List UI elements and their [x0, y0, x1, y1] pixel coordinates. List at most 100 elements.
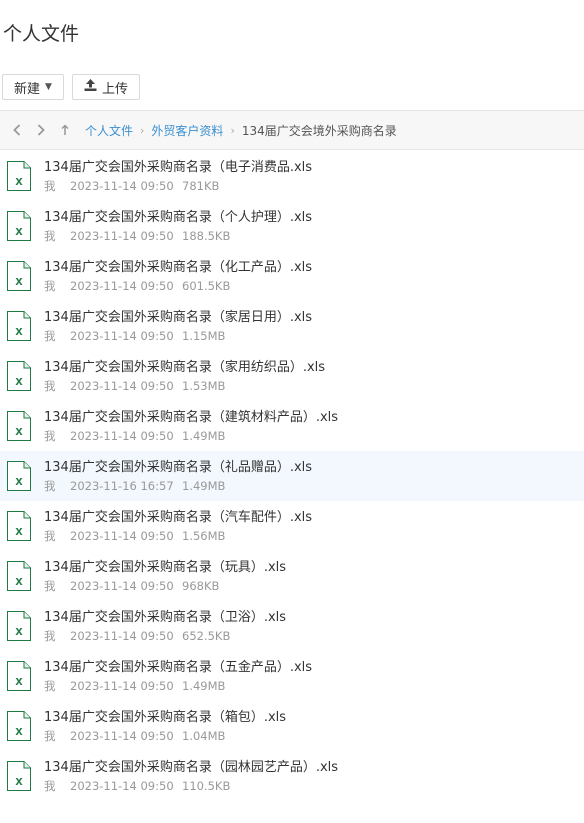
- upload-icon: [84, 79, 97, 95]
- file-row[interactable]: x 134届广交会国外采购商名录（园林园艺产品）.xls 我 2023-11-14 …: [0, 751, 584, 801]
- file-owner: 我: [44, 528, 56, 543]
- excel-file-icon: x: [7, 511, 31, 541]
- chevron-left-icon: [13, 124, 21, 136]
- excel-file-icon: x: [7, 411, 31, 441]
- level-up-icon: [61, 124, 69, 135]
- excel-file-icon: x: [7, 711, 31, 741]
- breadcrumb: 个人文件 › 外贸客户资料 › 134届广交会境外采购商名录: [85, 122, 397, 139]
- file-row[interactable]: x 134届广交会国外采购商名录（电子消费品.xls 我 2023-11-14 09…: [0, 151, 584, 201]
- upload-button-label: 上传: [101, 81, 128, 97]
- svg-text:x: x: [15, 423, 23, 438]
- toolbar: 新建 ▼ 上传: [2, 74, 140, 100]
- file-name: 134届广交会国外采购商名录（建筑材料产品）.xls: [44, 409, 339, 425]
- back-button[interactable]: [7, 120, 27, 140]
- file-owner: 我: [44, 778, 56, 793]
- breadcrumb-item-client-data[interactable]: 外贸客户资料: [151, 122, 223, 139]
- file-date: 2023-11-14 09:50: [70, 628, 174, 643]
- file-owner: 我: [44, 478, 56, 493]
- file-row[interactable]: x 134届广交会国外采购商名录（五金产品）.xls 我 2023-11-14 09…: [0, 651, 584, 701]
- svg-text:x: x: [15, 323, 23, 338]
- file-owner: 我: [44, 578, 56, 593]
- file-row[interactable]: x 134届广交会国外采购商名录（化工产品）.xls 我 2023-11-14 09…: [0, 251, 584, 301]
- file-name: 134届广交会国外采购商名录（电子消费品.xls: [44, 159, 313, 175]
- file-date: 2023-11-14 09:50: [70, 728, 174, 743]
- file-owner: 我: [44, 328, 56, 343]
- file-name: 134届广交会国外采购商名录（箱包）.xls: [44, 709, 287, 725]
- excel-file-icon: x: [7, 311, 31, 341]
- chevron-right-icon: ›: [230, 123, 235, 137]
- file-size: 781KB: [182, 178, 220, 193]
- chevron-right-icon: ›: [140, 123, 145, 137]
- file-date: 2023-11-14 09:50: [70, 228, 174, 243]
- file-row[interactable]: x 134届广交会国外采购商名录（玩具）.xls 我 2023-11-14 09:5…: [0, 551, 584, 601]
- file-owner: 我: [44, 278, 56, 293]
- file-size: 968KB: [182, 578, 220, 593]
- caret-down-icon: ▼: [45, 82, 52, 92]
- file-row[interactable]: x 134届广交会国外采购商名录（箱包）.xls 我 2023-11-14 09:5…: [0, 701, 584, 751]
- file-name: 134届广交会国外采购商名录（化工产品）.xls: [44, 259, 313, 275]
- file-size: 1.15MB: [182, 328, 226, 343]
- file-owner: 我: [44, 428, 56, 443]
- path-bar: 个人文件 › 外贸客户资料 › 134届广交会境外采购商名录: [0, 110, 584, 150]
- file-name: 134届广交会国外采购商名录（玩具）.xls: [44, 559, 287, 575]
- file-owner: 我: [44, 228, 56, 243]
- file-list: x 134届广交会国外采购商名录（电子消费品.xls 我 2023-11-14 09…: [0, 151, 584, 801]
- file-owner: 我: [44, 678, 56, 693]
- file-row[interactable]: x 134届广交会国外采购商名录（礼品赠品）.xls 我 2023-11-16 16…: [0, 451, 584, 501]
- file-date: 2023-11-14 09:50: [70, 428, 174, 443]
- file-date: 2023-11-14 09:50: [70, 528, 174, 543]
- file-row[interactable]: x 134届广交会国外采购商名录（汽车配件）.xls 我 2023-11-14 09…: [0, 501, 584, 551]
- file-name: 134届广交会国外采购商名录（礼品赠品）.xls: [44, 459, 313, 475]
- file-date: 2023-11-14 09:50: [70, 378, 174, 393]
- excel-file-icon: x: [7, 261, 31, 291]
- file-size: 188.5KB: [182, 228, 231, 243]
- file-size: 1.49MB: [182, 478, 226, 493]
- file-owner: 我: [44, 378, 56, 393]
- svg-text:x: x: [15, 673, 23, 688]
- excel-file-icon: x: [7, 761, 31, 791]
- file-size: 652.5KB: [182, 628, 231, 643]
- file-row[interactable]: x 134届广交会国外采购商名录（家用纺织品）.xls 我 2023-11-14 0…: [0, 351, 584, 401]
- upload-button[interactable]: 上传: [71, 74, 140, 100]
- parent-folder-button[interactable]: [55, 120, 75, 140]
- excel-file-icon: x: [7, 661, 31, 691]
- file-row[interactable]: x 134届广交会国外采购商名录（个人护理）.xls 我 2023-11-14 09…: [0, 201, 584, 251]
- forward-button[interactable]: [31, 120, 51, 140]
- new-button[interactable]: 新建 ▼: [2, 74, 64, 100]
- excel-file-icon: x: [7, 561, 31, 591]
- file-name: 134届广交会国外采购商名录（汽车配件）.xls: [44, 509, 313, 525]
- svg-text:x: x: [15, 273, 23, 288]
- file-date: 2023-11-14 09:50: [70, 778, 174, 793]
- svg-text:x: x: [15, 173, 23, 188]
- breadcrumb-item-personal-files[interactable]: 个人文件: [85, 122, 133, 139]
- file-owner: 我: [44, 728, 56, 743]
- file-owner: 我: [44, 628, 56, 643]
- file-size: 1.53MB: [182, 378, 226, 393]
- file-size: 1.04MB: [182, 728, 226, 743]
- file-name: 134届广交会国外采购商名录（卫浴）.xls: [44, 609, 287, 625]
- file-name: 134届广交会国外采购商名录（家用纺织品）.xls: [44, 359, 326, 375]
- file-size: 1.49MB: [182, 428, 226, 443]
- new-button-label: 新建: [14, 81, 41, 97]
- svg-text:x: x: [15, 373, 23, 388]
- file-name: 134届广交会国外采购商名录（家居日用）.xls: [44, 309, 313, 325]
- excel-file-icon: x: [7, 211, 31, 241]
- file-size: 1.49MB: [182, 678, 226, 693]
- breadcrumb-current: 134届广交会境外采购商名录: [241, 123, 397, 138]
- file-date: 2023-11-14 09:50: [70, 578, 174, 593]
- file-row[interactable]: x 134届广交会国外采购商名录（建筑材料产品）.xls 我 2023-11-14 …: [0, 401, 584, 451]
- svg-text:x: x: [15, 573, 23, 588]
- file-row[interactable]: x 134届广交会国外采购商名录（卫浴）.xls 我 2023-11-14 09:5…: [0, 601, 584, 651]
- chevron-right-icon: [37, 124, 45, 136]
- file-size: 110.5KB: [182, 778, 231, 793]
- file-name: 134届广交会国外采购商名录（五金产品）.xls: [44, 659, 313, 675]
- excel-file-icon: x: [7, 611, 31, 641]
- svg-text:x: x: [15, 773, 23, 788]
- svg-text:x: x: [15, 723, 23, 738]
- file-row[interactable]: x 134届广交会国外采购商名录（家居日用）.xls 我 2023-11-14 09…: [0, 301, 584, 351]
- file-name: 134届广交会国外采购商名录（园林园艺产品）.xls: [44, 759, 339, 775]
- file-size: 601.5KB: [182, 278, 231, 293]
- svg-text:x: x: [15, 523, 23, 538]
- excel-file-icon: x: [7, 461, 31, 491]
- svg-text:x: x: [15, 223, 23, 238]
